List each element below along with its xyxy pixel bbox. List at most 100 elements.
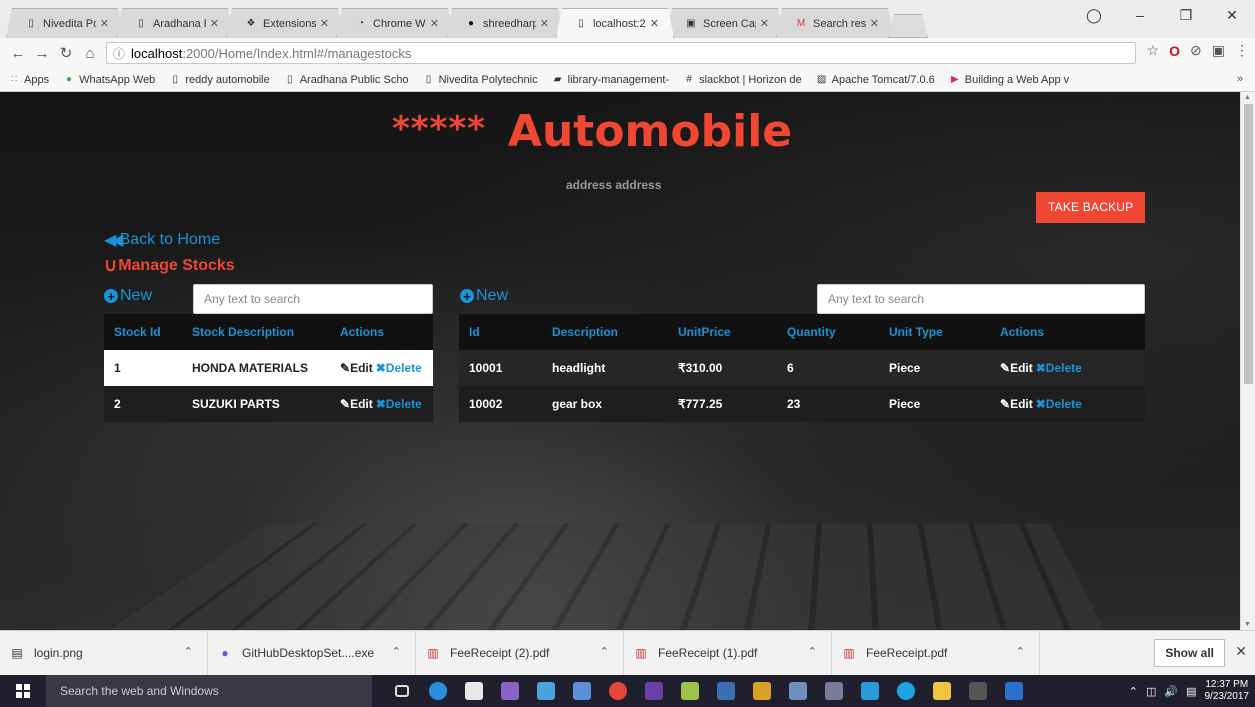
download-item[interactable]: ▥ FeeReceipt (1).pdf ⌃ xyxy=(624,630,832,676)
bookmark-item[interactable]: ▶ Building a Web App v xyxy=(949,74,1069,86)
download-item[interactable]: ▥ FeeReceipt (2).pdf ⌃ xyxy=(416,630,624,676)
network-icon[interactable]: ◫ xyxy=(1146,685,1156,698)
download-item[interactable]: ● GitHubDesktopSet....exe ⌃ xyxy=(208,630,416,676)
chrome-icon[interactable] xyxy=(600,675,636,707)
take-backup-button[interactable]: TAKE BACKUP xyxy=(1036,192,1146,223)
menu-dots-icon[interactable]: ⋮ xyxy=(1235,42,1249,59)
minimize-button[interactable]: – xyxy=(1117,7,1163,23)
bookmark-item[interactable]: ● WhatsApp Web xyxy=(63,74,155,86)
item-search-input[interactable] xyxy=(817,284,1145,314)
chevron-up-icon[interactable]: ⌃ xyxy=(1016,645,1025,658)
close-icon[interactable]: ✕ xyxy=(210,17,219,30)
app-icon[interactable] xyxy=(816,675,852,707)
close-icon[interactable]: ✕ xyxy=(100,17,109,30)
edit-link[interactable]: ✎Edit xyxy=(340,397,373,411)
page-scrollbar[interactable]: ▲ ▼ xyxy=(1240,92,1255,630)
delete-link[interactable]: ✖Delete xyxy=(376,361,422,375)
file-explorer-icon[interactable] xyxy=(924,675,960,707)
bookmark-item[interactable]: ▯ Nivedita Polytechnic xyxy=(423,74,538,86)
store-icon[interactable] xyxy=(456,675,492,707)
close-icon[interactable]: ✕ xyxy=(870,17,879,30)
bookmarks-more-button[interactable]: » xyxy=(1237,73,1243,85)
close-icon[interactable]: ✕ xyxy=(430,17,439,30)
chevron-up-icon[interactable]: ⌃ xyxy=(600,645,609,658)
browser-tab[interactable]: ❖ Extensions ✕ xyxy=(226,8,344,38)
visual-studio-icon[interactable] xyxy=(492,675,528,707)
opera-extension-icon[interactable]: O xyxy=(1169,43,1180,59)
chevron-up-icon[interactable]: ⌃ xyxy=(392,645,401,658)
chevron-up-icon[interactable]: ⌃ xyxy=(1129,685,1138,698)
close-icon[interactable]: ✕ xyxy=(320,17,329,30)
browser-tab[interactable]: ▯ localhost:2000 ✕ xyxy=(556,8,674,38)
volume-icon[interactable]: 🔊 xyxy=(1164,685,1178,698)
download-item[interactable]: ▤ login.png ⌃ xyxy=(0,630,208,676)
browser-tab[interactable]: ▣ Screen Captur ✕ xyxy=(666,8,784,38)
skype-icon[interactable] xyxy=(888,675,924,707)
maximize-button[interactable]: ❐ xyxy=(1163,7,1209,24)
browser-tab[interactable]: ◔ Chrome Web S ✕ xyxy=(336,8,454,38)
browser-tab[interactable]: ▯ Nivedita Polyte ✕ xyxy=(6,8,124,38)
scroll-down-icon[interactable]: ▼ xyxy=(1244,621,1251,628)
close-icon[interactable]: ✕ xyxy=(540,17,549,30)
download-item[interactable]: ▥ FeeReceipt.pdf ⌃ xyxy=(832,630,1040,676)
taskbar-clock[interactable]: 12:37 PM 9/23/2017 xyxy=(1205,679,1250,703)
address-bar[interactable]: ⓘ localhost:2000/Home/Index.html#/manage… xyxy=(106,42,1136,64)
browser-tab[interactable]: ▯ Aradhana Publ ✕ xyxy=(116,8,234,38)
new-item-button[interactable]: + New xyxy=(460,287,508,305)
scrollbar-thumb[interactable] xyxy=(1244,104,1253,384)
info-icon[interactable]: ⓘ xyxy=(113,45,125,62)
app-icon[interactable] xyxy=(528,675,564,707)
camera-extension-icon[interactable]: ▣ xyxy=(1212,42,1225,59)
edit-link[interactable]: ✎Edit xyxy=(340,361,373,375)
delete-link[interactable]: ✖Delete xyxy=(1036,361,1082,375)
chevron-up-icon[interactable]: ⌃ xyxy=(808,645,817,658)
table-row[interactable]: 1 HONDA MATERIALS ✎Edit ✖Delete xyxy=(104,350,433,386)
start-button[interactable] xyxy=(0,675,46,707)
bookmark-item[interactable]: # slackbot | Horizon de xyxy=(683,74,801,86)
close-icon[interactable]: ✕ xyxy=(760,17,769,30)
home-icon[interactable]: ⌂ xyxy=(78,45,102,62)
app-icon[interactable] xyxy=(708,675,744,707)
task-view-icon[interactable] xyxy=(384,675,420,707)
bookmark-item[interactable]: ▯ reddy automobile xyxy=(169,74,270,86)
app-icon[interactable] xyxy=(564,675,600,707)
table-row[interactable]: 10002 gear box ₹777.25 23 Piece ✎Edit ✖Delete xyxy=(459,386,1145,422)
back-arrow-icon[interactable]: ← xyxy=(6,45,30,62)
app-icon[interactable] xyxy=(744,675,780,707)
chevron-up-icon[interactable]: ⌃ xyxy=(184,645,193,658)
scroll-up-icon[interactable]: ▲ xyxy=(1244,94,1251,101)
browser-tab[interactable]: ● shreedharpatil ✕ xyxy=(446,8,564,38)
app-icon[interactable] xyxy=(672,675,708,707)
table-row[interactable]: 2 SUZUKI PARTS ✎Edit ✖Delete xyxy=(104,386,433,422)
close-window-button[interactable]: ✕ xyxy=(1209,7,1255,24)
new-stock-button[interactable]: + New xyxy=(104,287,152,305)
new-tab-button[interactable] xyxy=(888,14,928,38)
bookmark-item[interactable]: ∷ Apps xyxy=(8,74,49,86)
browser-tab[interactable]: M Search results ✕ xyxy=(776,8,894,38)
show-all-downloads-button[interactable]: Show all xyxy=(1154,639,1225,667)
app-icon[interactable] xyxy=(996,675,1032,707)
app-icon[interactable] xyxy=(780,675,816,707)
reload-icon[interactable]: ↻ xyxy=(54,44,78,62)
terminal-icon[interactable] xyxy=(960,675,996,707)
bookmark-star-icon[interactable]: ☆ xyxy=(1147,42,1160,59)
forward-arrow-icon[interactable]: → xyxy=(30,45,54,62)
visual-studio-icon[interactable] xyxy=(636,675,672,707)
edit-link[interactable]: ✎Edit xyxy=(1000,397,1033,411)
back-to-home-link[interactable]: ◀◀ Back to Home xyxy=(104,230,220,250)
bookmark-item[interactable]: ▨ Apache Tomcat/7.0.6 xyxy=(816,74,935,86)
close-shelf-icon[interactable]: ✕ xyxy=(1235,643,1247,660)
webstorm-icon[interactable] xyxy=(852,675,888,707)
edit-link[interactable]: ✎Edit xyxy=(1000,361,1033,375)
bookmark-item[interactable]: ▰ library-management- xyxy=(552,74,669,86)
taskbar-search-box[interactable]: Search the web and Windows xyxy=(46,675,372,707)
bookmark-item[interactable]: ▯ Aradhana Public Scho xyxy=(284,74,409,86)
profile-icon[interactable]: ◯ xyxy=(1071,7,1117,24)
delete-link[interactable]: ✖Delete xyxy=(1036,397,1082,411)
stock-search-input[interactable] xyxy=(193,284,433,314)
block-extension-icon[interactable]: ⊘ xyxy=(1190,42,1202,59)
edge-icon[interactable] xyxy=(420,675,456,707)
notification-icon[interactable]: ▤ xyxy=(1186,685,1196,698)
table-row[interactable]: 10001 headlight ₹310.00 6 Piece ✎Edit ✖Delete xyxy=(459,350,1145,386)
close-icon[interactable]: ✕ xyxy=(650,17,659,30)
